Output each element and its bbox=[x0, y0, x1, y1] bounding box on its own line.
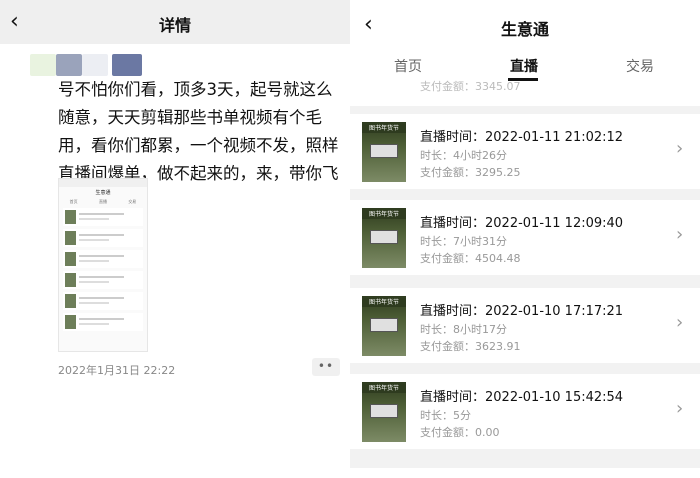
tab-live[interactable]: 直播 bbox=[510, 56, 538, 76]
list-item[interactable]: 图书年货节 直播时间：2022-01-10 15:42:54 时长：5分 支付金… bbox=[350, 374, 700, 449]
cover-banner: 图书年货节 bbox=[362, 298, 406, 307]
page-title: 生意通 bbox=[500, 20, 549, 39]
pay-amount: 支付金额：3295.25 bbox=[420, 166, 521, 179]
live-cover-image: 图书年货节 bbox=[362, 122, 406, 182]
live-cover-image: 图书年货节 bbox=[362, 208, 406, 268]
thumbnail-row bbox=[63, 250, 143, 268]
list-item-partial[interactable] bbox=[350, 468, 700, 478]
thumbnail-row bbox=[63, 208, 143, 226]
live-cover-image: 图书年货节 bbox=[362, 296, 406, 356]
thumbnail-tabs: 首页 直播 交易 bbox=[59, 199, 147, 205]
cover-banner: 图书年货节 bbox=[362, 210, 406, 219]
thumbnail-row bbox=[63, 271, 143, 289]
post-image-thumbnail[interactable]: 生意通 首页 直播 交易 bbox=[58, 178, 148, 352]
partial-amount: 支付金额：3345.07 bbox=[420, 80, 521, 93]
live-time: 直播时间：2022-01-11 21:02:12 bbox=[420, 130, 624, 145]
avatar bbox=[56, 54, 82, 76]
live-time: 直播时间：2022-01-11 12:09:40 bbox=[420, 216, 624, 231]
post-timestamp: 2022年1月31日 22:22 bbox=[58, 364, 176, 377]
live-duration: 时长：5分 bbox=[420, 409, 471, 422]
thumbnail-title: 生意通 bbox=[95, 190, 111, 196]
pay-amount: 支付金额：0.00 bbox=[420, 426, 500, 439]
tab-home[interactable]: 首页 bbox=[394, 56, 422, 76]
thumbnail-tab: 首页 bbox=[69, 199, 78, 204]
live-duration: 时长：8小时17分 bbox=[420, 323, 507, 336]
list-item[interactable]: 图书年货节 直播时间：2022-01-11 12:09:40 时长：7小时31分… bbox=[350, 200, 700, 275]
live-time: 直播时间：2022-01-10 17:17:21 bbox=[420, 304, 624, 319]
live-cover-image: 图书年货节 bbox=[362, 382, 406, 442]
live-time: 直播时间：2022-01-10 15:42:54 bbox=[420, 390, 624, 405]
app-header: ‹ 生意通 bbox=[350, 0, 700, 48]
chevron-right-icon: › bbox=[676, 138, 684, 159]
pay-amount: 支付金额：4504.48 bbox=[420, 252, 521, 265]
chevron-right-icon: › bbox=[676, 224, 684, 245]
avatar bbox=[30, 54, 56, 76]
live-duration: 时长：7小时31分 bbox=[420, 235, 507, 248]
cover-banner: 图书年货节 bbox=[362, 124, 406, 133]
avatar bbox=[82, 54, 108, 76]
thumbnail-tab: 交易 bbox=[128, 199, 137, 204]
thumbnail-row bbox=[63, 292, 143, 310]
detail-header: ‹ 详情 bbox=[0, 0, 350, 44]
list-item-partial[interactable]: 支付金额：3345.07 bbox=[350, 80, 700, 106]
cover-banner: 图书年货节 bbox=[362, 384, 406, 393]
avatar[interactable] bbox=[112, 54, 142, 76]
thumbnail-row bbox=[63, 229, 143, 247]
moments-detail-pane: ‹ 详情 号不怕你们看，顶多3天，起号就这么随意，天天剪辑那些书单视频有个毛用，… bbox=[0, 0, 350, 478]
chevron-right-icon: › bbox=[676, 398, 684, 419]
post-text: 号不怕你们看，顶多3天，起号就这么随意，天天剪辑那些书单视频有个毛用，看你们都累… bbox=[58, 80, 339, 183]
thumbnail-tab: 直播 bbox=[98, 199, 107, 204]
chevron-right-icon: › bbox=[676, 312, 684, 333]
tab-bar: 首页 直播 交易 bbox=[350, 48, 700, 82]
thumbnail-row bbox=[63, 313, 143, 331]
tab-trade[interactable]: 交易 bbox=[626, 56, 654, 76]
list-item[interactable]: 图书年货节 直播时间：2022-01-10 17:17:21 时长：8小时17分… bbox=[350, 288, 700, 363]
pay-amount: 支付金额：3623.91 bbox=[420, 340, 521, 353]
live-duration: 时长：4小时26分 bbox=[420, 149, 507, 162]
list-item[interactable]: 图书年货节 直播时间：2022-01-11 21:02:12 时长：4小时26分… bbox=[350, 114, 700, 189]
page-title: 详情 bbox=[158, 16, 191, 35]
more-dots-icon[interactable]: •• bbox=[312, 358, 340, 376]
business-live-pane: ‹ 生意通 首页 直播 交易 支付金额：3345.07 图书年货节 直播时间：2… bbox=[350, 0, 700, 478]
